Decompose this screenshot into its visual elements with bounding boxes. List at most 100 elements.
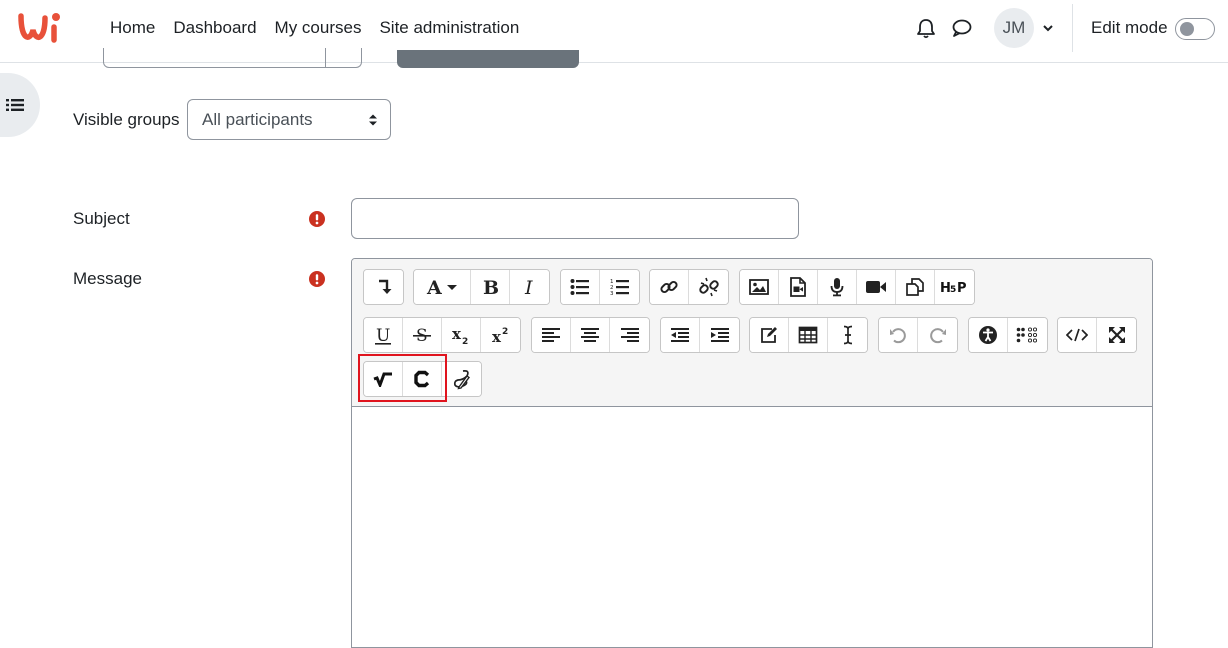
svg-text:U: U — [376, 326, 390, 345]
undo-button[interactable] — [879, 318, 918, 352]
svg-text:A: A — [426, 277, 442, 297]
numbered-list-icon: 123 — [610, 279, 629, 296]
svg-text:P: P — [957, 281, 967, 295]
site-logo[interactable] — [18, 10, 64, 46]
link-button[interactable] — [650, 270, 689, 304]
unlink-button[interactable] — [689, 270, 728, 304]
edit-mode-label: Edit mode — [1091, 18, 1168, 37]
numbered-list-button[interactable]: 123 — [600, 270, 639, 304]
nav-my-courses[interactable]: My courses — [275, 18, 362, 38]
select-arrows-icon — [369, 114, 377, 126]
record-video-button[interactable] — [857, 270, 896, 304]
nav-divider — [1072, 4, 1073, 52]
italic-button[interactable]: I — [510, 270, 549, 304]
editor-content-area[interactable] — [352, 407, 1152, 647]
handwriting-button[interactable] — [442, 362, 481, 396]
required-icon — [309, 211, 325, 227]
strikethrough-icon: S — [413, 326, 431, 345]
table-icon — [798, 326, 818, 344]
bold-button[interactable]: B — [471, 270, 510, 304]
toolbar-group-files: H5P — [739, 269, 975, 305]
subject-input[interactable] — [351, 198, 799, 239]
media-button[interactable] — [779, 270, 818, 304]
align-left-icon — [542, 328, 560, 342]
toolbar-group-links — [649, 269, 729, 305]
edit-mode-toggle[interactable] — [1175, 18, 1215, 40]
record-audio-button[interactable] — [818, 270, 857, 304]
underline-icon: U — [375, 326, 391, 345]
files-icon — [906, 278, 924, 296]
unlink-icon — [698, 277, 719, 297]
superscript-icon: x2 — [492, 327, 508, 345]
strikethrough-button[interactable]: S — [403, 318, 442, 352]
braille-icon — [1016, 327, 1037, 343]
indent-icon — [710, 328, 729, 342]
svg-text:B: B — [483, 277, 499, 297]
toolbar-group-lists: 123 — [560, 269, 640, 305]
image-button[interactable] — [740, 270, 779, 304]
chevron-down-icon[interactable] — [1042, 22, 1054, 34]
h5p-icon: H5P — [940, 281, 967, 295]
screenreader-helper-button[interactable] — [1008, 318, 1047, 352]
align-center-button[interactable] — [571, 318, 610, 352]
list-icon[interactable] — [6, 97, 24, 113]
subscript-icon: x2 — [452, 325, 468, 345]
align-right-button[interactable] — [610, 318, 649, 352]
redo-icon — [929, 328, 946, 344]
video-camera-icon — [866, 281, 886, 293]
font-style-button[interactable]: A — [414, 270, 471, 304]
h5p-button[interactable]: H5P — [935, 270, 974, 304]
align-center-icon — [581, 328, 599, 342]
message-label: Message — [73, 269, 142, 288]
undo-icon — [890, 328, 906, 344]
toolbar-group-insert — [749, 317, 868, 353]
subscript-button[interactable]: x2 — [442, 318, 481, 352]
wiris-math-button[interactable] — [364, 362, 403, 396]
nav-site-administration[interactable]: Site administration — [379, 18, 519, 38]
toolbar-group-collapse — [363, 269, 404, 305]
user-avatar[interactable]: JM — [994, 8, 1034, 48]
clear-formatting-button[interactable] — [828, 318, 867, 352]
show-more-buttons-button[interactable] — [364, 270, 403, 304]
wiris-chem-button[interactable] — [403, 362, 442, 396]
accessibility-icon — [979, 326, 997, 344]
font-style-icon: A — [426, 277, 457, 297]
bell-icon[interactable] — [915, 17, 937, 39]
indent-button[interactable] — [700, 318, 739, 352]
table-button[interactable] — [789, 318, 828, 352]
redo-button[interactable] — [918, 318, 957, 352]
toggle-knob — [1180, 22, 1194, 36]
scrolled-field-separator — [325, 48, 326, 68]
image-icon — [749, 279, 769, 295]
align-left-button[interactable] — [532, 318, 571, 352]
required-icon — [309, 271, 325, 287]
chat-icon[interactable] — [951, 17, 973, 39]
toolbar-group-indent — [660, 317, 740, 353]
bullet-list-button[interactable] — [561, 270, 600, 304]
scrolled-button[interactable] — [397, 50, 579, 68]
html-source-button[interactable] — [1058, 318, 1097, 352]
superscript-button[interactable]: x2 — [481, 318, 520, 352]
nav-dashboard[interactable]: Dashboard — [173, 18, 256, 38]
equation-button[interactable] — [750, 318, 789, 352]
scrolled-select-field[interactable] — [103, 48, 362, 68]
nav-home[interactable]: Home — [110, 18, 155, 38]
fullscreen-button[interactable] — [1097, 318, 1136, 352]
toolbar-group-align — [531, 317, 650, 353]
manage-files-button[interactable] — [896, 270, 935, 304]
svg-text:2: 2 — [462, 337, 468, 345]
equation-edit-icon — [761, 327, 777, 343]
math-formula-icon — [373, 372, 392, 387]
toolbar-group-source — [1057, 317, 1137, 353]
toolbar-group-wiris — [363, 361, 482, 397]
align-right-icon — [620, 328, 639, 342]
outdent-button[interactable] — [661, 318, 700, 352]
code-icon — [1066, 328, 1088, 342]
svg-text:3: 3 — [610, 291, 614, 296]
visible-groups-select[interactable]: All participants — [187, 99, 391, 140]
svg-text:I: I — [524, 277, 533, 297]
link-icon — [660, 280, 678, 294]
accessibility-checker-button[interactable] — [969, 318, 1008, 352]
outdent-icon — [671, 328, 689, 342]
underline-button[interactable]: U — [364, 318, 403, 352]
